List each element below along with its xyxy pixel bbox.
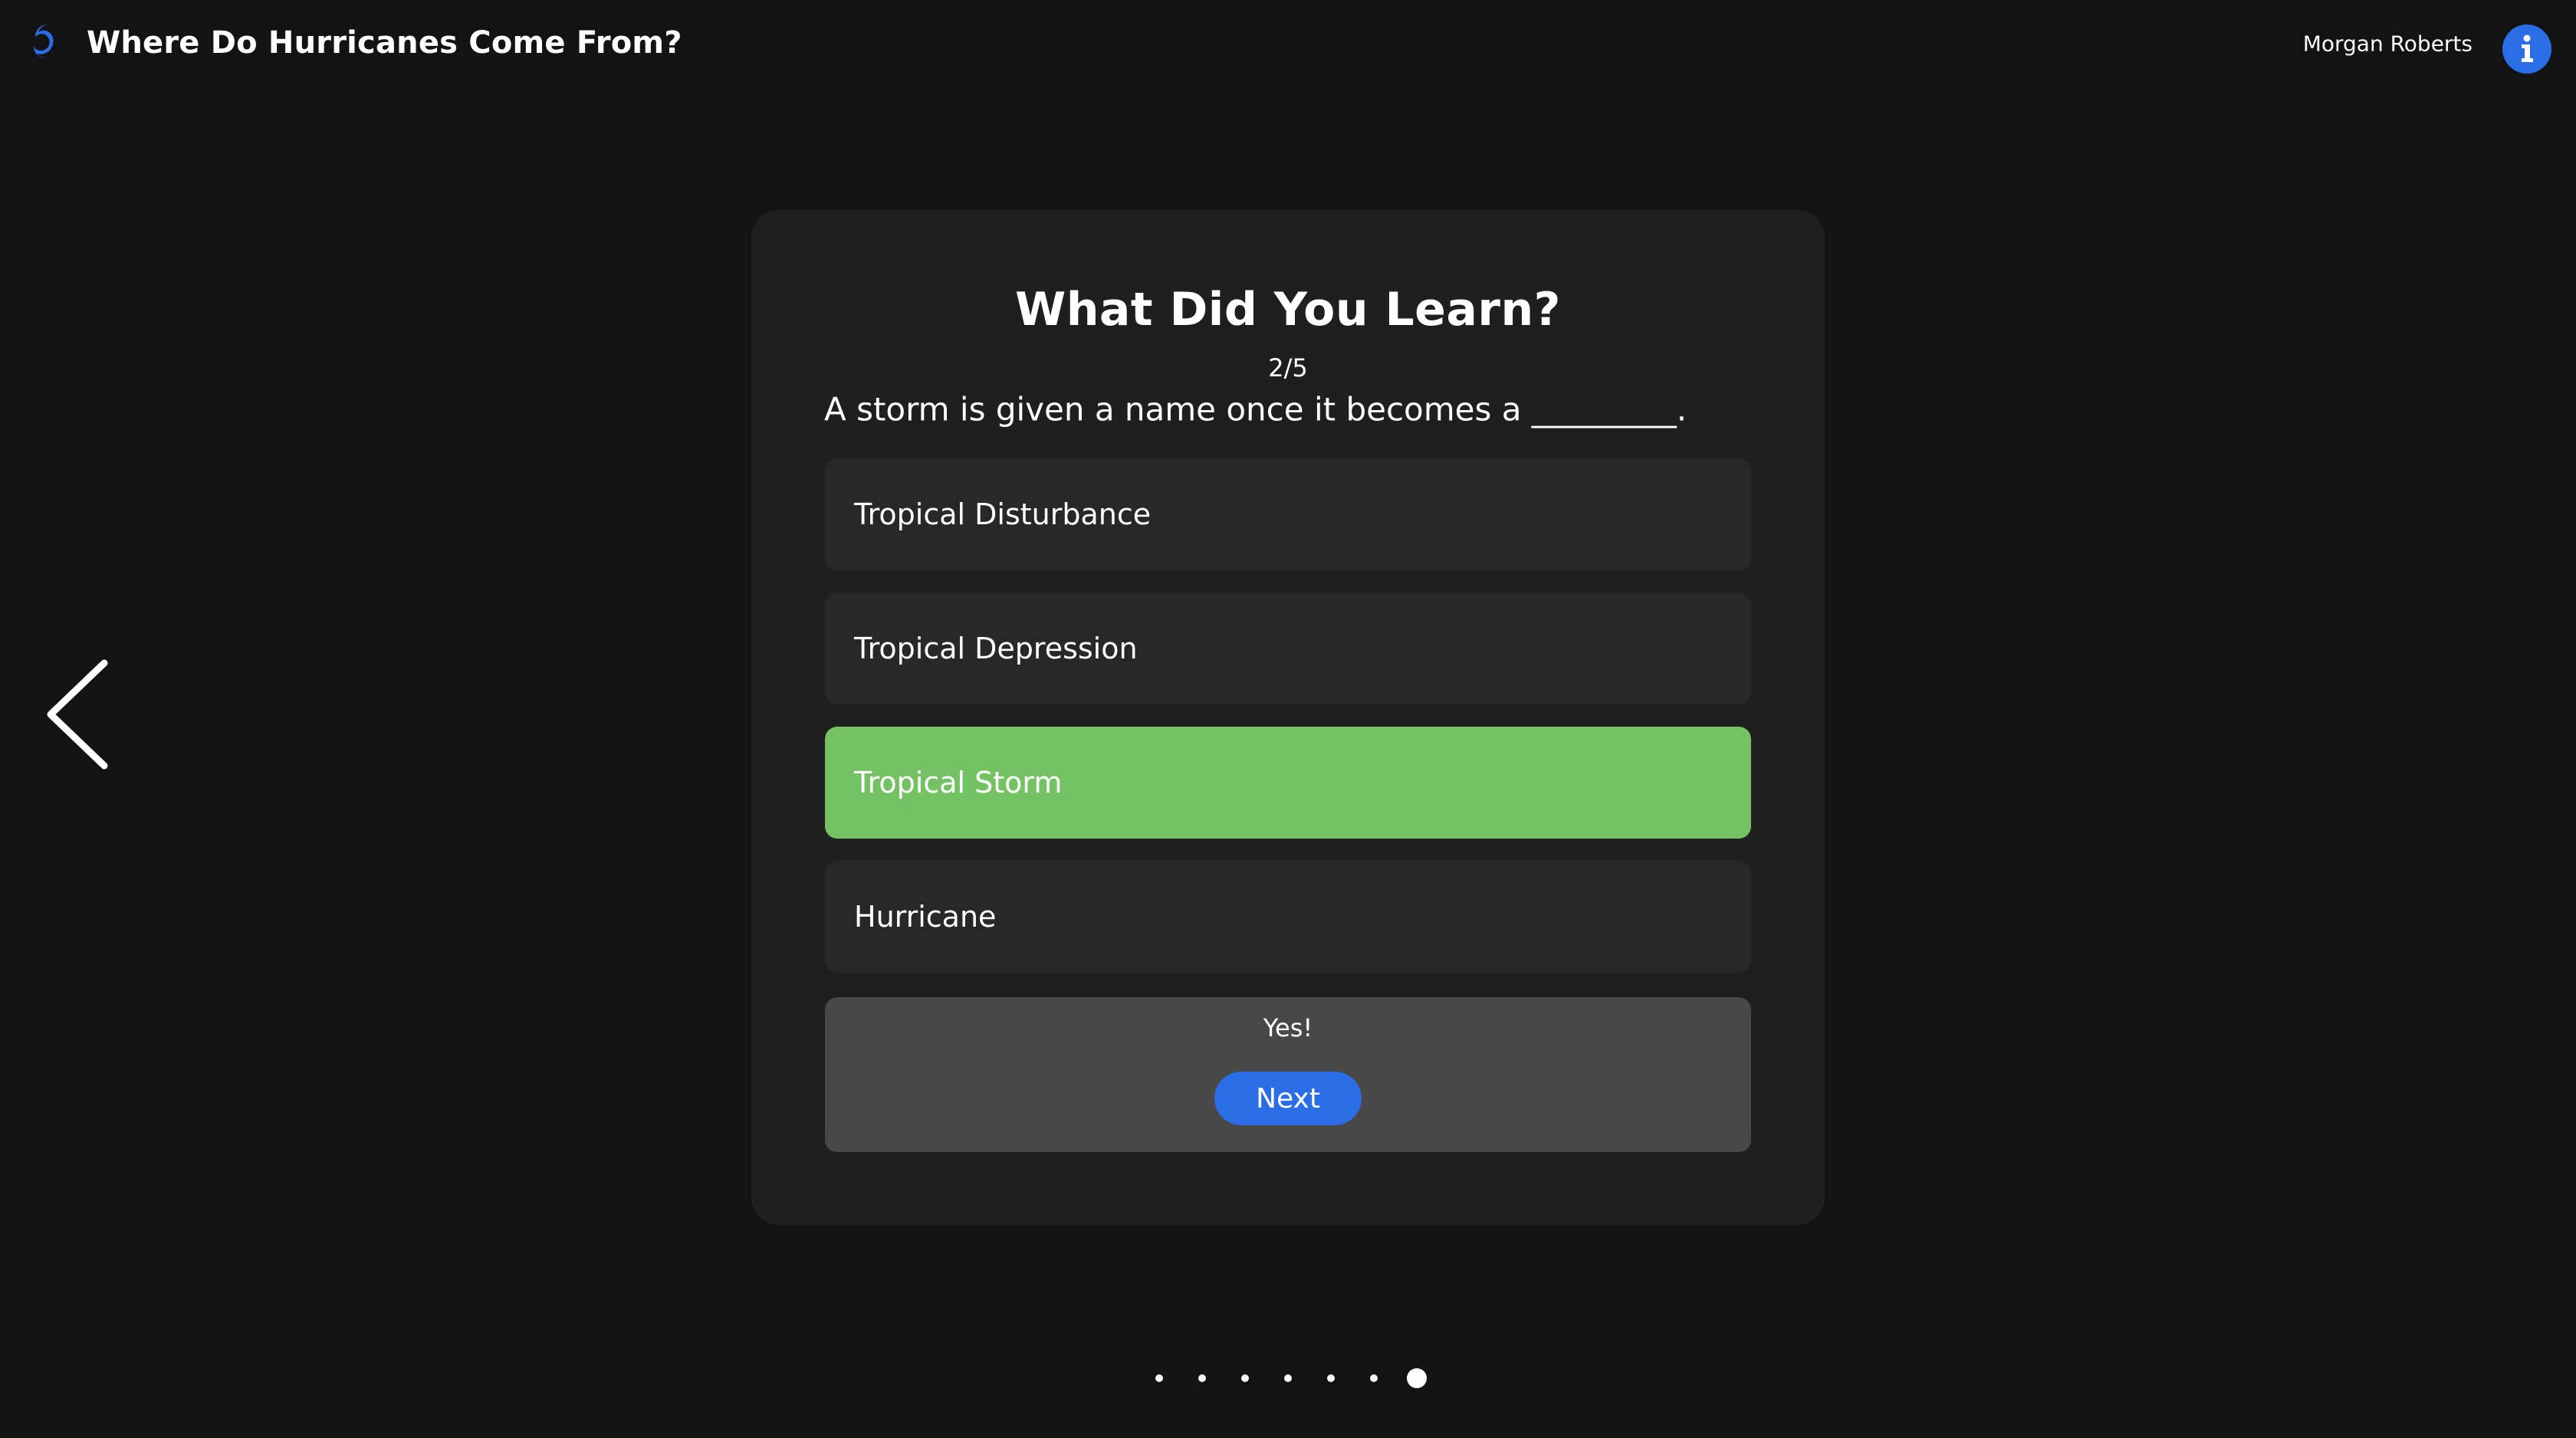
quiz-title: What Did You Learn? <box>1015 283 1561 337</box>
pagination-dot[interactable] <box>1155 1374 1163 1382</box>
next-button[interactable]: Next <box>1214 1072 1362 1125</box>
pagination-dot[interactable] <box>1327 1374 1335 1382</box>
pagination-dot[interactable] <box>1284 1374 1292 1382</box>
chevron-left-icon <box>47 659 108 770</box>
question-progress: 2/5 <box>1268 353 1308 382</box>
feedback-text: Yes! <box>1263 1013 1313 1042</box>
pagination-dot[interactable] <box>1198 1374 1206 1382</box>
info-button[interactable] <box>2502 25 2551 74</box>
user-name: Morgan Roberts <box>2302 31 2472 57</box>
app-title: Where Do Hurricanes Come From? <box>87 25 682 61</box>
pagination-dot-active[interactable] <box>1407 1368 1427 1388</box>
answer-option-label: Tropical Disturbance <box>854 497 1152 531</box>
app-header: Where Do Hurricanes Come From? Morgan Ro… <box>0 0 2576 89</box>
question-text: A storm is given a name once it becomes … <box>824 390 1687 428</box>
feedback-panel: Yes! Next <box>825 997 1751 1152</box>
answer-option-label: Tropical Depression <box>854 632 1138 665</box>
answer-option-hurricane[interactable]: Hurricane <box>825 861 1751 973</box>
pagination-dot[interactable] <box>1241 1374 1249 1382</box>
hurricane-icon <box>34 25 54 58</box>
answer-option-tropical-depression[interactable]: Tropical Depression <box>825 593 1751 704</box>
pagination-dot[interactable] <box>1370 1374 1378 1382</box>
answer-option-tropical-storm[interactable]: Tropical Storm <box>825 727 1751 839</box>
answer-option-label: Hurricane <box>854 900 997 934</box>
answer-option-tropical-disturbance[interactable]: Tropical Disturbance <box>825 458 1751 570</box>
answer-option-label: Tropical Storm <box>854 766 1063 799</box>
info-icon <box>2522 34 2533 62</box>
previous-slide-button[interactable] <box>38 656 115 771</box>
